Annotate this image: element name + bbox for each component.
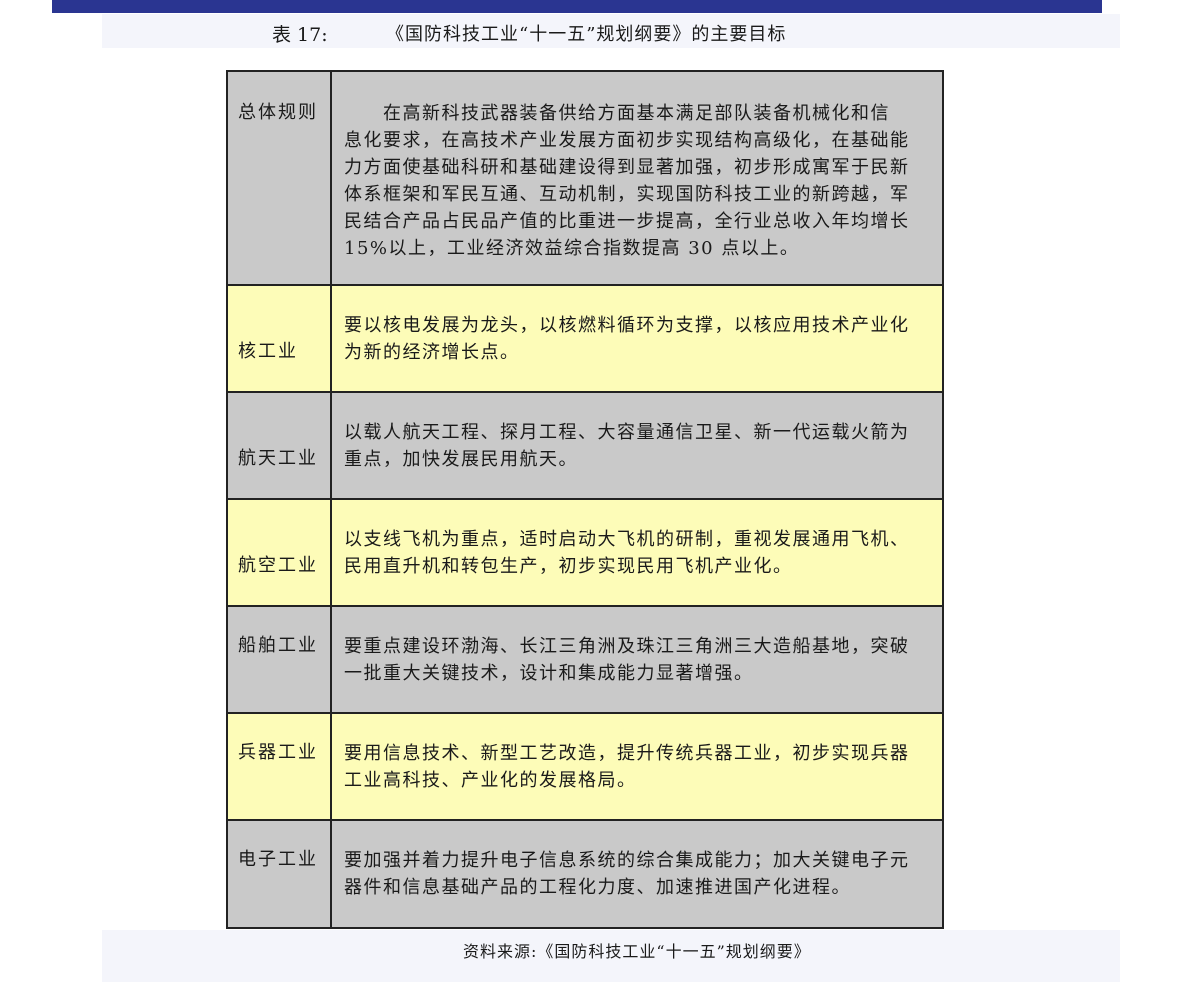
table-row: 航天工业 以载人航天工程、探月工程、大容量通信卫星、新一代运载火箭为 重点，加快… (228, 393, 942, 500)
row-label: 核工业 (228, 286, 332, 391)
table-row: 兵器工业 要用信息技术、新型工艺改造，提升传统兵器工业，初步实现兵器 工业高科技… (228, 714, 942, 821)
content-line: 以载人航天工程、探月工程、大容量通信卫星、新一代运载火箭为 (344, 422, 910, 443)
row-label: 船舶工业 (228, 607, 332, 712)
table-caption-label: 表 17: (272, 24, 328, 46)
table-row: 总体规则 在高新科技武器装备供给方面基本满足部队装备机械化和信 息化要求，在高技… (228, 72, 942, 286)
content-line: 一批重大关键技术，设计和集成能力显著增强。 (344, 663, 754, 684)
content-line: 为新的经济增长点。 (344, 342, 520, 363)
table-row: 航空工业 以支线飞机为重点，适时启动大飞机的研制，重视发展通用飞机、 民用直升机… (228, 500, 942, 607)
goals-table: 总体规则 在高新科技武器装备供给方面基本满足部队装备机械化和信 息化要求，在高技… (226, 70, 944, 929)
content-line: 15%以上，工业经济效益综合指数提高 30 点以上。 (344, 238, 800, 259)
row-label: 兵器工业 (228, 714, 332, 819)
content-line: 器件和信息基础产品的工程化力度、加速推进国产化进程。 (344, 877, 851, 898)
content-line: 工业高科技、产业化的发展格局。 (344, 770, 637, 791)
row-label: 航天工业 (228, 393, 332, 498)
content-line: 要加强并着力提升电子信息系统的综合集成能力；加大关键电子元 (344, 850, 910, 871)
table-caption-title: 《国防科技工业“十一五”规划纲要》的主要目标 (386, 24, 787, 45)
row-content: 要以核电发展为龙头，以核燃料循环为支撑，以核应用技术产业化 为新的经济增长点。 (332, 286, 942, 391)
content-line: 重点，加快发展民用航天。 (344, 449, 578, 470)
content-line: 在高新科技武器装备供给方面基本满足部队装备机械化和信 (344, 103, 890, 124)
row-label: 总体规则 (228, 72, 332, 284)
content-line: 要重点建设环渤海、长江三角洲及珠江三角洲三大造船基地，突破 (344, 636, 910, 657)
header-bar (52, 0, 1102, 13)
content-line: 力方面使基础科研和基础建设得到显著加强，初步形成寓军于民新 (344, 157, 910, 178)
content-line: 民用直升机和转包生产，初步实现民用飞机产业化。 (344, 556, 793, 577)
content-line: 息化要求，在高技术产业发展方面初步实现结构高级化，在基础能 (344, 130, 910, 151)
table-row: 船舶工业 要重点建设环渤海、长江三角洲及珠江三角洲三大造船基地，突破 一批重大关… (228, 607, 942, 714)
row-label: 电子工业 (228, 821, 332, 927)
row-content: 以支线飞机为重点，适时启动大飞机的研制，重视发展通用飞机、 民用直升机和转包生产… (332, 500, 942, 605)
content-line: 以支线飞机为重点，适时启动大飞机的研制，重视发展通用飞机、 (344, 529, 910, 550)
content-line: 要以核电发展为龙头，以核燃料循环为支撑，以核应用技术产业化 (344, 315, 910, 336)
content-line: 体系框架和军民互通、互动机制，实现国防科技工业的新跨越，军 (344, 184, 910, 205)
content-line: 民结合产品占民品产值的比重进一步提高，全行业总收入年均增长 (344, 211, 910, 232)
table-row: 核工业 要以核电发展为龙头，以核燃料循环为支撑，以核应用技术产业化 为新的经济增… (228, 286, 942, 393)
source-note: 资料来源:《国防科技工业“十一五”规划纲要》 (463, 942, 811, 961)
row-label: 航空工业 (228, 500, 332, 605)
table-row: 电子工业 要加强并着力提升电子信息系统的综合集成能力；加大关键电子元 器件和信息… (228, 821, 942, 927)
row-content: 要用信息技术、新型工艺改造，提升传统兵器工业，初步实现兵器 工业高科技、产业化的… (332, 714, 942, 819)
row-content: 以载人航天工程、探月工程、大容量通信卫星、新一代运载火箭为 重点，加快发展民用航… (332, 393, 942, 498)
content-line: 要用信息技术、新型工艺改造，提升传统兵器工业，初步实现兵器 (344, 743, 910, 764)
row-content: 在高新科技武器装备供给方面基本满足部队装备机械化和信 息化要求，在高技术产业发展… (332, 72, 942, 284)
row-content: 要加强并着力提升电子信息系统的综合集成能力；加大关键电子元 器件和信息基础产品的… (332, 821, 942, 927)
row-content: 要重点建设环渤海、长江三角洲及珠江三角洲三大造船基地，突破 一批重大关键技术，设… (332, 607, 942, 712)
